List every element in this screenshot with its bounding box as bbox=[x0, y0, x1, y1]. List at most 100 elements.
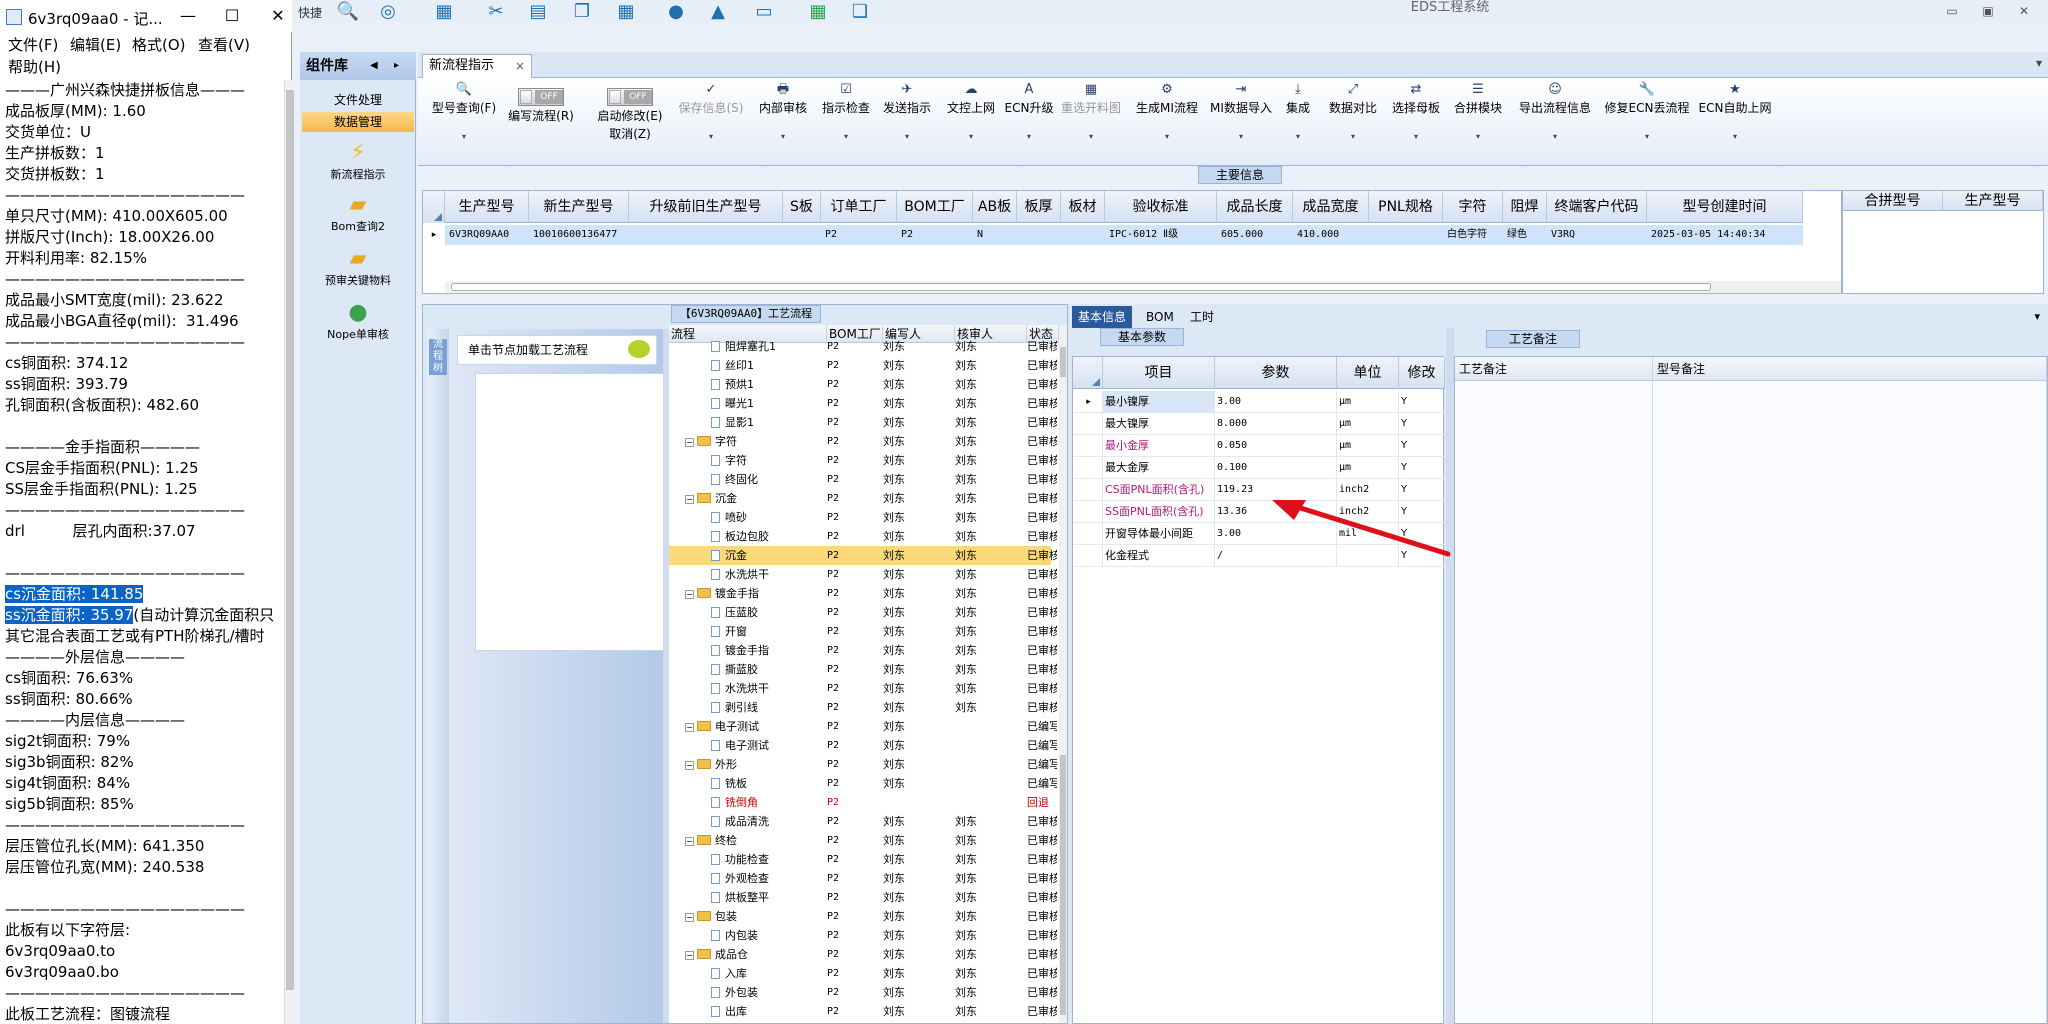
film-icon[interactable]: ▤ bbox=[526, 0, 550, 24]
flow-scroll-thumb[interactable] bbox=[1060, 755, 1066, 1015]
flow-tree-row[interactable]: 撕蓝胶 P2 刘东 刘东 已审核 bbox=[669, 660, 1057, 679]
col-header[interactable]: 新生产型号 bbox=[529, 191, 629, 223]
notepad-titlebar[interactable]: 6v3rq09aa0 - 记... — ☐ ✕ bbox=[0, 0, 292, 32]
grid-cell[interactable] bbox=[629, 225, 783, 245]
col-header[interactable]: 成品长度 bbox=[1217, 191, 1293, 223]
col-header[interactable]: 板材 bbox=[1061, 191, 1105, 223]
ribbon-button[interactable]: 🖶 内部审核 ▾ bbox=[754, 82, 812, 162]
collapse-icon[interactable]: − bbox=[685, 837, 694, 846]
col-header[interactable]: 合拼型号 bbox=[1843, 191, 1943, 211]
grid-cell[interactable]: P2 bbox=[821, 225, 897, 245]
param-value-cell[interactable]: 3.00 bbox=[1215, 391, 1337, 413]
scissors-icon[interactable]: ✂ bbox=[484, 0, 508, 24]
param-row[interactable]: ▸ 最小镍厚 3.00 μm Y bbox=[1073, 391, 1445, 413]
table-icon[interactable]: ▦ bbox=[432, 0, 456, 24]
ribbon-button[interactable]: ✈ 发送指示 ▾ bbox=[878, 82, 936, 162]
search-icon[interactable]: 🔍 bbox=[336, 0, 360, 24]
param-value-cell[interactable]: 0.100 bbox=[1215, 457, 1337, 479]
comp-new-flow[interactable]: ⚡ 新流程指示 bbox=[300, 140, 416, 182]
col-header[interactable]: 生产型号 bbox=[445, 191, 529, 223]
grid-cell[interactable] bbox=[1369, 225, 1443, 245]
grid-cell[interactable]: 2025-03-05 14:40:34 bbox=[1647, 225, 1803, 245]
col-param[interactable]: 参数 bbox=[1215, 357, 1337, 389]
flow-tree-row[interactable]: − 镀金手指 P2 刘东 刘东 已审核 bbox=[669, 584, 1057, 603]
main-grid-hscroll-thumb[interactable] bbox=[451, 283, 1711, 291]
ribbon-button[interactable]: 🔧 修复ECN丢流程 ▾ bbox=[1604, 82, 1690, 162]
flow-tree-row[interactable]: 丝印1 P2 刘东 刘东 已审核 bbox=[669, 356, 1057, 375]
comp-bom-query[interactable]: ▰ Bom查询2 bbox=[300, 192, 416, 234]
col-model-remark[interactable]: 型号备注 bbox=[1653, 357, 2047, 381]
grid-cell[interactable]: 410.000 bbox=[1293, 225, 1369, 245]
col-header[interactable]: 成品宽度 bbox=[1293, 191, 1369, 223]
close-button[interactable]: ✕ bbox=[2014, 2, 2034, 20]
flow-tree-row[interactable]: 镀金手指 P2 刘东 刘东 已审核 bbox=[669, 641, 1057, 660]
param-value-cell[interactable]: 8.000 bbox=[1215, 413, 1337, 435]
col-header[interactable]: S板 bbox=[783, 191, 821, 223]
grid-cell[interactable]: 605.000 bbox=[1217, 225, 1293, 245]
model-remark-field[interactable] bbox=[1653, 381, 2047, 1023]
flow-tree-row[interactable]: 终固化 P2 刘东 刘东 已审核 bbox=[669, 470, 1057, 489]
flow-tree-row[interactable]: 成品清洗 P2 刘东 刘东 已审核 bbox=[669, 812, 1057, 831]
col-header[interactable]: BOM工厂 bbox=[897, 191, 973, 223]
collapse-icon[interactable]: − bbox=[685, 590, 694, 599]
collapse-icon[interactable]: − bbox=[685, 438, 694, 447]
notepad-maximize-button[interactable]: ☐ bbox=[220, 6, 244, 26]
collapse-icon[interactable]: − bbox=[685, 723, 694, 732]
ribbon-button[interactable]: ⚙ 生成MI流程 ▾ bbox=[1130, 82, 1204, 162]
monitor-icon[interactable]: ▭ bbox=[752, 0, 776, 24]
flow-tree-row[interactable]: 入库 P2 刘东 刘东 已审核 bbox=[669, 964, 1057, 983]
param-row[interactable]: 最大镍厚 8.000 μm Y bbox=[1073, 413, 1445, 435]
windows-icon[interactable]: ▦ bbox=[806, 0, 830, 24]
col-header[interactable]: 字符 bbox=[1443, 191, 1503, 223]
grid-cell[interactable]: N bbox=[973, 225, 1017, 245]
flow-tree-row[interactable]: 水洗烘干 P2 刘东 刘东 已审核 bbox=[669, 679, 1057, 698]
ribbon-button[interactable]: OFF 启动修改(E) 取消(Z) bbox=[590, 82, 670, 162]
flow-tree-row[interactable]: 外观检查 P2 刘东 刘东 已审核 bbox=[669, 869, 1057, 888]
toggle-switch[interactable]: OFF bbox=[518, 88, 564, 106]
flow-tree-row[interactable]: 压蓝胶 P2 刘东 刘东 已审核 bbox=[669, 603, 1057, 622]
col-header[interactable]: 验收标准 bbox=[1105, 191, 1217, 223]
menu-file[interactable]: 文件(F) bbox=[8, 34, 58, 56]
ribbon-button[interactable]: ⤢ 数据对比 ▾ bbox=[1324, 82, 1382, 162]
param-row[interactable]: 最小金厚 0.050 μm Y bbox=[1073, 435, 1445, 457]
collapse-icon[interactable]: − bbox=[685, 951, 694, 960]
chevron-down-icon[interactable]: ▾ bbox=[2034, 310, 2040, 323]
flow-tree-row[interactable]: − 字符 P2 刘东 刘东 已审核 bbox=[669, 432, 1057, 451]
flow-tree-tab[interactable]: 流程树 bbox=[429, 339, 447, 375]
notepad-minimize-button[interactable]: — bbox=[176, 6, 200, 26]
flow-tree-row[interactable]: 水洗烘干 P2 刘东 刘东 已审核 bbox=[669, 565, 1057, 584]
col-header[interactable]: PNL规格 bbox=[1369, 191, 1443, 223]
collapse-icon[interactable]: − bbox=[685, 761, 694, 770]
menu-format[interactable]: 格式(O) bbox=[132, 34, 186, 56]
grid-cell[interactable]: 10010600136477 bbox=[529, 225, 629, 245]
main-grid-hscroll[interactable] bbox=[445, 281, 1841, 293]
param-row[interactable]: 最大金厚 0.100 μm Y bbox=[1073, 457, 1445, 479]
col-header[interactable]: 升级前旧生产型号 bbox=[629, 191, 783, 223]
flow-tree-row[interactable]: 电子测试 P2 刘东 已编写 bbox=[669, 736, 1057, 755]
notepad-scroll-thumb[interactable] bbox=[286, 90, 294, 990]
flow-scroll-up[interactable] bbox=[1060, 347, 1066, 377]
col-header[interactable]: 阻焊 bbox=[1503, 191, 1547, 223]
maximize-button[interactable]: ▣ bbox=[1978, 2, 1998, 20]
col-item[interactable]: 项目 bbox=[1103, 357, 1215, 389]
info-splitter[interactable] bbox=[1446, 328, 1454, 1024]
flow-tree-row[interactable]: 功能检查 P2 刘东 刘东 已审核 bbox=[669, 850, 1057, 869]
comp-nope-review[interactable]: ● Nope单审核 bbox=[300, 300, 416, 342]
col-header[interactable]: AB板 bbox=[973, 191, 1017, 223]
flow-tree-row[interactable]: 阻焊塞孔1 P2 刘东 刘东 已审核 bbox=[669, 337, 1057, 356]
flow-tree-row[interactable]: 内包装 P2 刘东 刘东 已审核 bbox=[669, 926, 1057, 945]
notepad-scrollbar[interactable] bbox=[284, 80, 294, 1024]
menu-help[interactable]: 帮助(H) bbox=[8, 56, 61, 78]
collapse-left-icon[interactable]: ◀ bbox=[370, 52, 378, 80]
flow-tree-row[interactable]: − 终检 P2 刘东 刘东 已审核 bbox=[669, 831, 1057, 850]
tab-new-flow[interactable]: 新流程指示 × bbox=[422, 54, 532, 78]
flow-hint-button[interactable]: 单击节点加载工艺流程 bbox=[457, 335, 657, 365]
collapse-icon[interactable]: − bbox=[685, 913, 694, 922]
flow-tree-row[interactable]: 外包装 P2 刘东 刘东 已审核 bbox=[669, 983, 1057, 1002]
grid-cell[interactable]: 白色字符 bbox=[1443, 225, 1503, 245]
minimize-button[interactable]: ▭ bbox=[1942, 2, 1962, 20]
col-header[interactable]: 终端客户代码 bbox=[1547, 191, 1647, 223]
grid-cell[interactable]: 绿色 bbox=[1503, 225, 1547, 245]
ribbon-button[interactable]: ☰ 合拼模块 ▾ bbox=[1450, 82, 1506, 162]
flow-tree-row[interactable]: 铣板 P2 刘东 已编写 bbox=[669, 774, 1057, 793]
